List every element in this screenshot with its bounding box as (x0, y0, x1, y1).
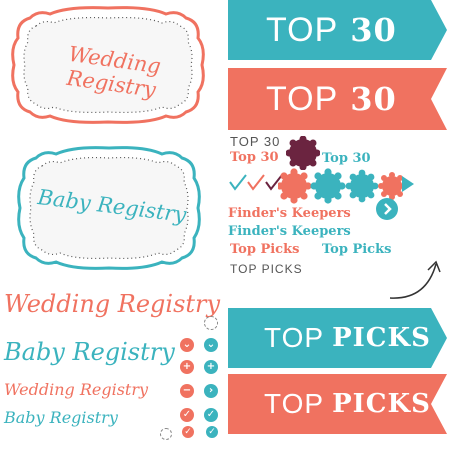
banner-number: 30 (350, 80, 397, 118)
top30-coral-text: Top 30 (230, 150, 279, 165)
baby-registry-small: Baby Registry (4, 408, 118, 427)
badge-teal-icon (310, 168, 346, 204)
wedding-registry-small: Wedding Registry (4, 380, 149, 399)
baby-registry-frame: Baby Registry (14, 144, 204, 272)
next-arrow-button[interactable] (376, 198, 398, 220)
finders-keepers-coral: Finder's Keepers (228, 206, 351, 221)
banner-picks: PICKS (332, 389, 431, 419)
badge-teal-2-icon (345, 169, 379, 203)
check-button-teal-2[interactable]: ✓ (206, 426, 218, 438)
minus-button-coral[interactable]: − (180, 384, 194, 398)
wedding-registry-large: Wedding Registry (4, 290, 221, 318)
plus-button-coral[interactable]: + (180, 360, 194, 374)
banner-word: TOP (264, 388, 325, 419)
badge-plum-icon (286, 136, 320, 170)
toppicks-coral-banner: TOP PICKS (228, 374, 447, 434)
toppicks-teal-banner: TOP PICKS (228, 308, 447, 368)
top-picks-teal: Top Picks (322, 242, 392, 257)
banner-word: TOP (264, 322, 325, 353)
banner-word: TOP (266, 10, 339, 49)
top30-coral-banner: TOP 30 (228, 68, 447, 130)
top30-gray-text: TOP 30 (230, 134, 281, 149)
check-button-coral[interactable]: ✓ (180, 408, 194, 422)
plus-button-teal[interactable]: + (204, 360, 218, 374)
baby-registry-large: Baby Registry (4, 338, 175, 366)
top-picks-gray: TOP PICKS (230, 262, 303, 276)
banner-number: 30 (350, 11, 397, 49)
badge-coral-icon (278, 168, 312, 204)
empty-circle-small-icon (160, 428, 172, 440)
chevron-down-button-teal[interactable]: ⌄ (204, 338, 218, 352)
finders-keepers-teal: Finder's Keepers (228, 224, 351, 239)
top30-teal-banner: TOP 30 (228, 0, 447, 60)
empty-circle-icon (204, 316, 218, 330)
check-button-coral-2[interactable]: ✓ (182, 426, 194, 438)
chevron-right-button-teal[interactable]: › (204, 384, 218, 398)
play-arrow-icon (402, 176, 414, 192)
top30-teal-text: Top 30 (322, 151, 371, 166)
check-button-teal[interactable]: ✓ (204, 408, 218, 422)
curved-arrow-icon (389, 260, 441, 299)
wedding-registry-frame: Wedding Registry (8, 4, 208, 126)
chevron-down-button-coral[interactable]: ⌄ (180, 338, 194, 352)
banner-word: TOP (266, 79, 339, 118)
chevron-right-icon (384, 203, 392, 215)
banner-picks: PICKS (332, 323, 431, 353)
top-picks-coral: Top Picks (230, 242, 300, 257)
